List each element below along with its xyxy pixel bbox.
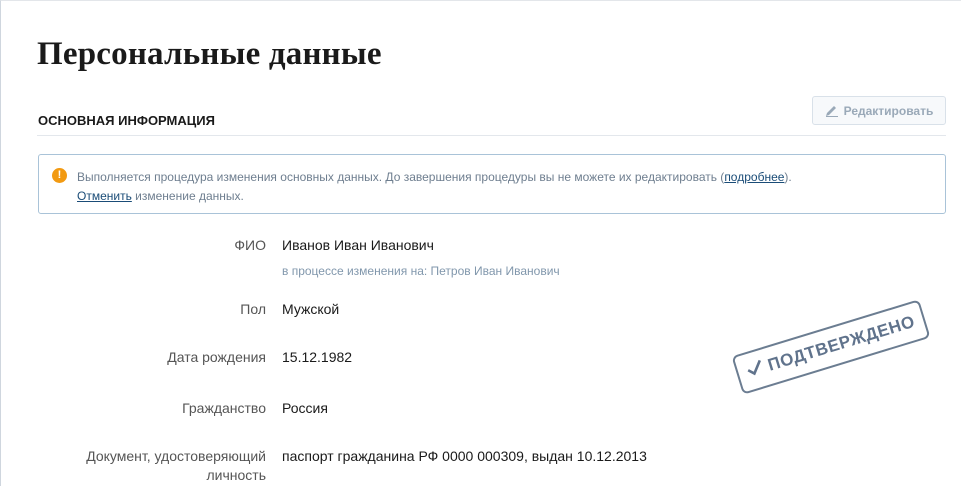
- fio-label: ФИО: [234, 237, 266, 253]
- notice-text: Выполняется процедура изменения основных…: [77, 168, 792, 206]
- fio-pending-value: в процессе изменения на: Петров Иван Ива…: [282, 264, 560, 278]
- gender-value: Мужской: [282, 301, 340, 317]
- notice-main-text: Выполняется процедура изменения основных…: [77, 170, 725, 184]
- fio-value: Иванов Иван Иванович: [282, 237, 434, 253]
- citizenship-value: Россия: [282, 400, 328, 416]
- notice-box: ! Выполняется процедура изменения основн…: [38, 154, 946, 214]
- notice-main-text-end: ).: [784, 170, 792, 184]
- birth-date-label: Дата рождения: [167, 349, 266, 365]
- more-link[interactable]: подробнее: [724, 170, 784, 184]
- citizenship-label: Гражданство: [182, 400, 266, 416]
- notice-tail-text: изменение данных.: [131, 189, 244, 203]
- edit-button-label: Редактировать: [843, 103, 934, 118]
- document-value: паспорт гражданина РФ 0000 000309, выдан…: [282, 448, 647, 464]
- birth-date-value: 15.12.1982: [282, 349, 353, 365]
- warning-icon: !: [52, 168, 67, 183]
- gender-label: Пол: [240, 301, 266, 317]
- section-divider: [37, 135, 946, 136]
- cancel-link[interactable]: Отменить: [77, 189, 132, 203]
- document-label-line1: Документ, удостоверяющий: [86, 448, 266, 464]
- pencil-icon: [825, 104, 839, 117]
- document-label-line2: личность: [206, 467, 266, 483]
- checkmark-icon: [745, 358, 766, 382]
- section-title: ОСНОВНАЯ ИНФОРМАЦИЯ: [38, 113, 215, 128]
- edit-button[interactable]: Редактировать: [812, 96, 946, 125]
- page-title: Персональные данные: [37, 36, 382, 72]
